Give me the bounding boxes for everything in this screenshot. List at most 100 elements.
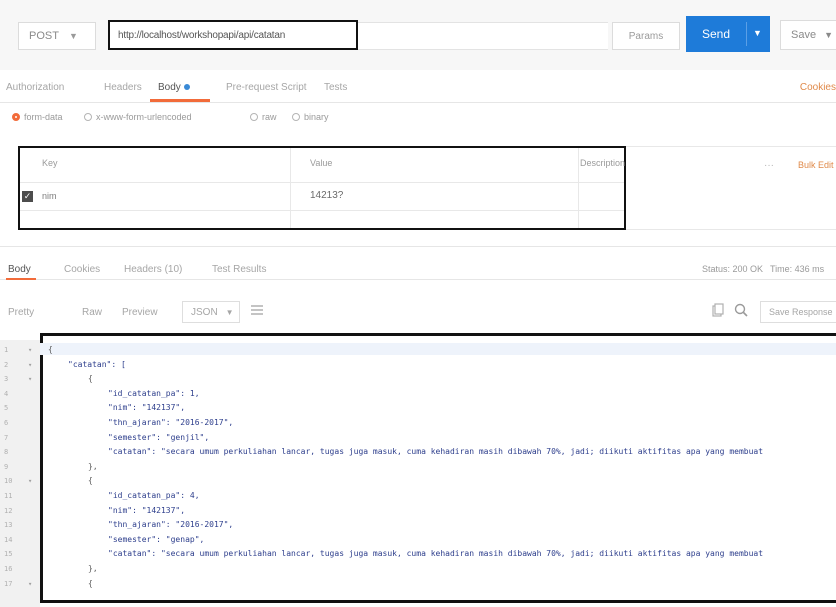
radio-icon bbox=[250, 113, 258, 121]
column-description: Description bbox=[580, 158, 626, 168]
view-raw-button[interactable]: Raw bbox=[82, 307, 102, 318]
method-select[interactable]: POST ▼ bbox=[18, 22, 96, 50]
line-number: 8 bbox=[4, 448, 9, 457]
code-line: "catatan": "secara umum perkuliahan lanc… bbox=[108, 447, 764, 457]
response-tab-headers[interactable]: Headers (10) bbox=[124, 264, 182, 275]
column-value: Value bbox=[310, 158, 333, 168]
fold-arrow-icon[interactable]: ▾ bbox=[28, 361, 32, 369]
radio-form-data[interactable]: form-data bbox=[12, 112, 63, 122]
row-value-input[interactable]: 14213? bbox=[310, 190, 343, 201]
line-number: 7 bbox=[4, 433, 9, 442]
line-number: 4 bbox=[4, 389, 9, 398]
send-divider bbox=[746, 22, 747, 46]
table-row-divider bbox=[20, 210, 624, 211]
row-enabled-checkbox[interactable]: ✓ bbox=[22, 191, 33, 202]
code-line: "catatan": "secara umum perkuliahan lanc… bbox=[108, 549, 764, 559]
code-line: { bbox=[88, 578, 93, 588]
tab-authorization[interactable]: Authorization bbox=[6, 82, 64, 93]
code-line: "catatan": [ bbox=[68, 359, 126, 369]
chevron-down-icon[interactable]: ▼ bbox=[824, 30, 833, 40]
tab-headers[interactable]: Headers bbox=[104, 82, 142, 93]
code-line: { bbox=[88, 374, 93, 384]
code-line: }, bbox=[88, 564, 98, 573]
active-tab-indicator bbox=[150, 99, 210, 102]
chevron-down-icon: ▼ bbox=[68, 31, 78, 41]
radio-urlencoded[interactable]: x-www-form-urlencoded bbox=[84, 112, 192, 122]
response-time: Time: 436 ms bbox=[770, 264, 825, 274]
tab-body[interactable]: Body bbox=[158, 82, 190, 93]
radio-binary[interactable]: binary bbox=[292, 112, 329, 122]
table-column-divider bbox=[290, 148, 291, 228]
radio-icon bbox=[84, 113, 92, 121]
chevron-down-icon[interactable]: ▼ bbox=[753, 28, 762, 38]
send-label: Send bbox=[702, 27, 731, 41]
code-line: "thn_ajaran": "2016-2017", bbox=[108, 520, 234, 530]
line-number: 16 bbox=[4, 565, 13, 573]
radio-form-data-label: form-data bbox=[24, 112, 63, 122]
fold-arrow-icon[interactable]: ▾ bbox=[28, 346, 32, 354]
response-tab-body[interactable]: Body bbox=[8, 264, 31, 275]
request-tabs: Authorization Headers Body Pre-request S… bbox=[0, 74, 836, 103]
save-label: Save bbox=[791, 29, 817, 41]
active-tab-indicator bbox=[6, 278, 36, 280]
line-number: 2 bbox=[4, 360, 9, 369]
line-number: 10 bbox=[4, 477, 13, 486]
radio-icon bbox=[292, 113, 300, 121]
view-preview-button[interactable]: Preview bbox=[122, 307, 158, 318]
response-tab-test-results[interactable]: Test Results bbox=[212, 264, 266, 275]
active-line-highlight bbox=[40, 343, 836, 355]
url-input-extension[interactable] bbox=[358, 22, 608, 50]
fold-arrow-icon[interactable]: ▾ bbox=[28, 477, 32, 485]
fold-arrow-icon[interactable]: ▾ bbox=[28, 375, 32, 383]
bulk-edit-link[interactable]: Bulk Edit bbox=[798, 160, 834, 170]
save-response-label: Save Response bbox=[769, 307, 833, 317]
copy-icon[interactable] bbox=[712, 303, 724, 317]
response-tab-cookies[interactable]: Cookies bbox=[64, 264, 100, 275]
cookies-link[interactable]: Cookies bbox=[800, 82, 836, 93]
code-line: "id_catatan_pa": 4, bbox=[108, 491, 200, 500]
search-icon[interactable] bbox=[734, 303, 748, 317]
table-column-divider bbox=[578, 148, 579, 228]
row-key-input[interactable]: nim bbox=[42, 191, 57, 201]
save-response-button[interactable]: Save Response bbox=[760, 301, 836, 323]
code-line: "nim": "142137", bbox=[108, 403, 186, 413]
tab-body-label: Body bbox=[158, 82, 181, 93]
method-label: POST bbox=[29, 30, 59, 42]
radio-urlencoded-label: x-www-form-urlencoded bbox=[96, 112, 192, 122]
url-input[interactable]: http://localhost/workshopapi/api/catatan bbox=[108, 20, 358, 50]
response-status: Status: 200 OK bbox=[702, 264, 764, 274]
line-number: 1 bbox=[4, 346, 9, 354]
wrap-icon[interactable] bbox=[250, 303, 264, 317]
more-options-icon[interactable]: ··· bbox=[764, 160, 774, 171]
save-button[interactable]: Save ▼ bbox=[780, 20, 836, 50]
params-button[interactable]: Params bbox=[612, 22, 680, 50]
form-table-extension bbox=[626, 146, 836, 230]
format-label: JSON bbox=[191, 306, 218, 318]
line-number: 6 bbox=[4, 419, 9, 427]
line-number: 12 bbox=[4, 506, 13, 515]
response-body-viewer[interactable] bbox=[40, 333, 836, 603]
radio-raw[interactable]: raw bbox=[250, 112, 277, 122]
line-number: 9 bbox=[4, 462, 9, 471]
modified-dot-icon bbox=[183, 84, 190, 91]
url-text: http://localhost/workshopapi/api/catatan bbox=[118, 29, 286, 41]
line-number: 5 bbox=[4, 404, 9, 413]
format-select[interactable]: JSON ▼ bbox=[182, 301, 240, 323]
view-pretty-button[interactable]: Pretty bbox=[8, 307, 34, 318]
code-line: { bbox=[48, 345, 53, 354]
column-key: Key bbox=[42, 158, 58, 168]
line-number: 13 bbox=[4, 521, 13, 530]
table-header-divider bbox=[20, 182, 624, 183]
send-button[interactable]: Send ▼ bbox=[686, 16, 770, 52]
tab-tests[interactable]: Tests bbox=[324, 82, 347, 93]
radio-selected-icon bbox=[12, 113, 20, 121]
line-number: 3 bbox=[4, 375, 9, 384]
tab-pre-request-script[interactable]: Pre-request Script bbox=[226, 82, 307, 93]
line-number: 15 bbox=[4, 550, 13, 559]
code-line: "semester": "genap", bbox=[108, 534, 205, 544]
code-line: "thn_ajaran": "2016-2017", bbox=[108, 418, 234, 427]
chevron-down-icon: ▼ bbox=[225, 307, 234, 317]
fold-arrow-icon[interactable]: ▾ bbox=[28, 580, 32, 588]
line-number: 17 bbox=[4, 579, 13, 588]
code-line: }, bbox=[88, 461, 98, 471]
